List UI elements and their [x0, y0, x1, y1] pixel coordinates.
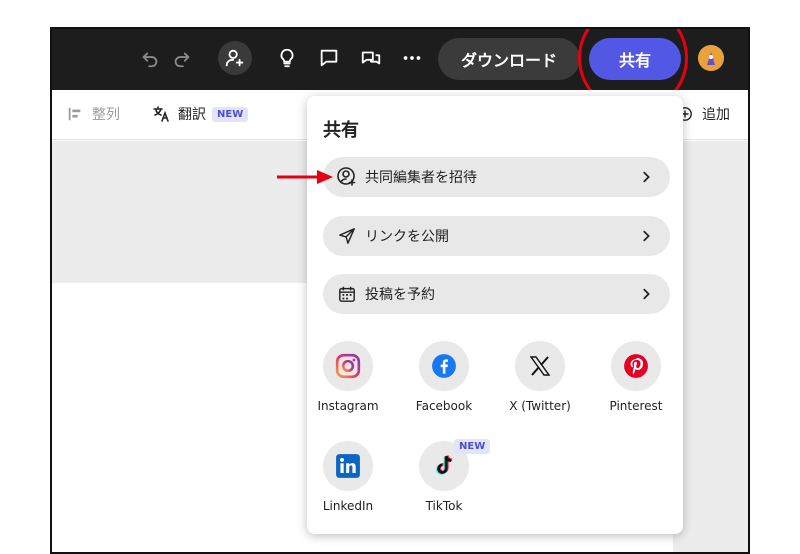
social-label: TikTok: [425, 499, 463, 513]
top-toolbar: ダウンロード 共有: [52, 29, 748, 113]
option-label: 投稿を予約: [365, 287, 435, 303]
publish-link-option[interactable]: リンクを公開: [323, 216, 670, 256]
add-label: 追加: [702, 107, 730, 123]
invite-person-icon[interactable]: [218, 41, 252, 75]
person-add-icon: [337, 167, 357, 187]
chevron-right-icon: [638, 227, 654, 245]
translate-button[interactable]: 翻訳 NEW: [152, 104, 249, 124]
social-label: Facebook: [415, 399, 473, 413]
arrange-button[interactable]: 整列: [66, 104, 120, 124]
more-options-icon[interactable]: [396, 42, 428, 74]
share-linkedin[interactable]: LinkedIn: [303, 441, 393, 513]
pinterest-icon: [611, 341, 661, 391]
new-badge: NEW: [212, 106, 249, 122]
comment-icon[interactable]: [313, 42, 345, 74]
redo-icon[interactable]: [166, 42, 198, 74]
chevron-right-icon: [638, 285, 654, 303]
share-x-twitter[interactable]: X (Twitter): [495, 341, 585, 413]
chat-bubbles-icon[interactable]: [355, 42, 387, 74]
linkedin-icon: [323, 441, 373, 491]
share-tiktok[interactable]: NEW TikTok: [399, 439, 491, 513]
app-window: ダウンロード 共有 整列 翻訳 NEW 追加 共有 共同編集者を招待 リンクを公…: [50, 27, 750, 554]
annotation-arrow: [277, 170, 333, 184]
share-panel: 共有 共同編集者を招待 リンクを公開 投稿を予約 Instagram Faceb…: [307, 96, 683, 534]
download-button[interactable]: ダウンロード: [438, 38, 580, 80]
facebook-icon: [419, 341, 469, 391]
share-instagram[interactable]: Instagram: [303, 341, 393, 413]
new-badge: NEW: [454, 439, 491, 454]
instagram-icon: [323, 341, 373, 391]
add-button[interactable]: 追加: [676, 104, 730, 124]
x-twitter-icon: [515, 341, 565, 391]
arrange-label: 整列: [92, 107, 120, 123]
invite-collaborators-option[interactable]: 共同編集者を招待: [323, 157, 670, 197]
share-facebook[interactable]: Facebook: [399, 341, 489, 413]
share-pinterest[interactable]: Pinterest: [591, 341, 681, 413]
social-label: Instagram: [317, 399, 379, 413]
canvas-side-area: [673, 141, 748, 552]
schedule-post-option[interactable]: 投稿を予約: [323, 274, 670, 314]
social-label: Pinterest: [609, 399, 663, 413]
chevron-right-icon: [638, 168, 654, 186]
send-icon: [337, 226, 357, 246]
translate-label: 翻訳: [178, 107, 206, 123]
avatar[interactable]: [698, 45, 724, 71]
translate-icon: [152, 105, 170, 123]
undo-icon[interactable]: [134, 42, 166, 74]
option-label: 共同編集者を招待: [365, 170, 477, 186]
lightbulb-icon[interactable]: [271, 42, 303, 74]
panel-title: 共有: [323, 120, 359, 141]
social-label: LinkedIn: [322, 499, 374, 513]
social-label: X (Twitter): [509, 399, 571, 413]
align-left-icon: [66, 105, 84, 123]
calendar-icon: [337, 284, 357, 304]
option-label: リンクを公開: [365, 229, 449, 245]
